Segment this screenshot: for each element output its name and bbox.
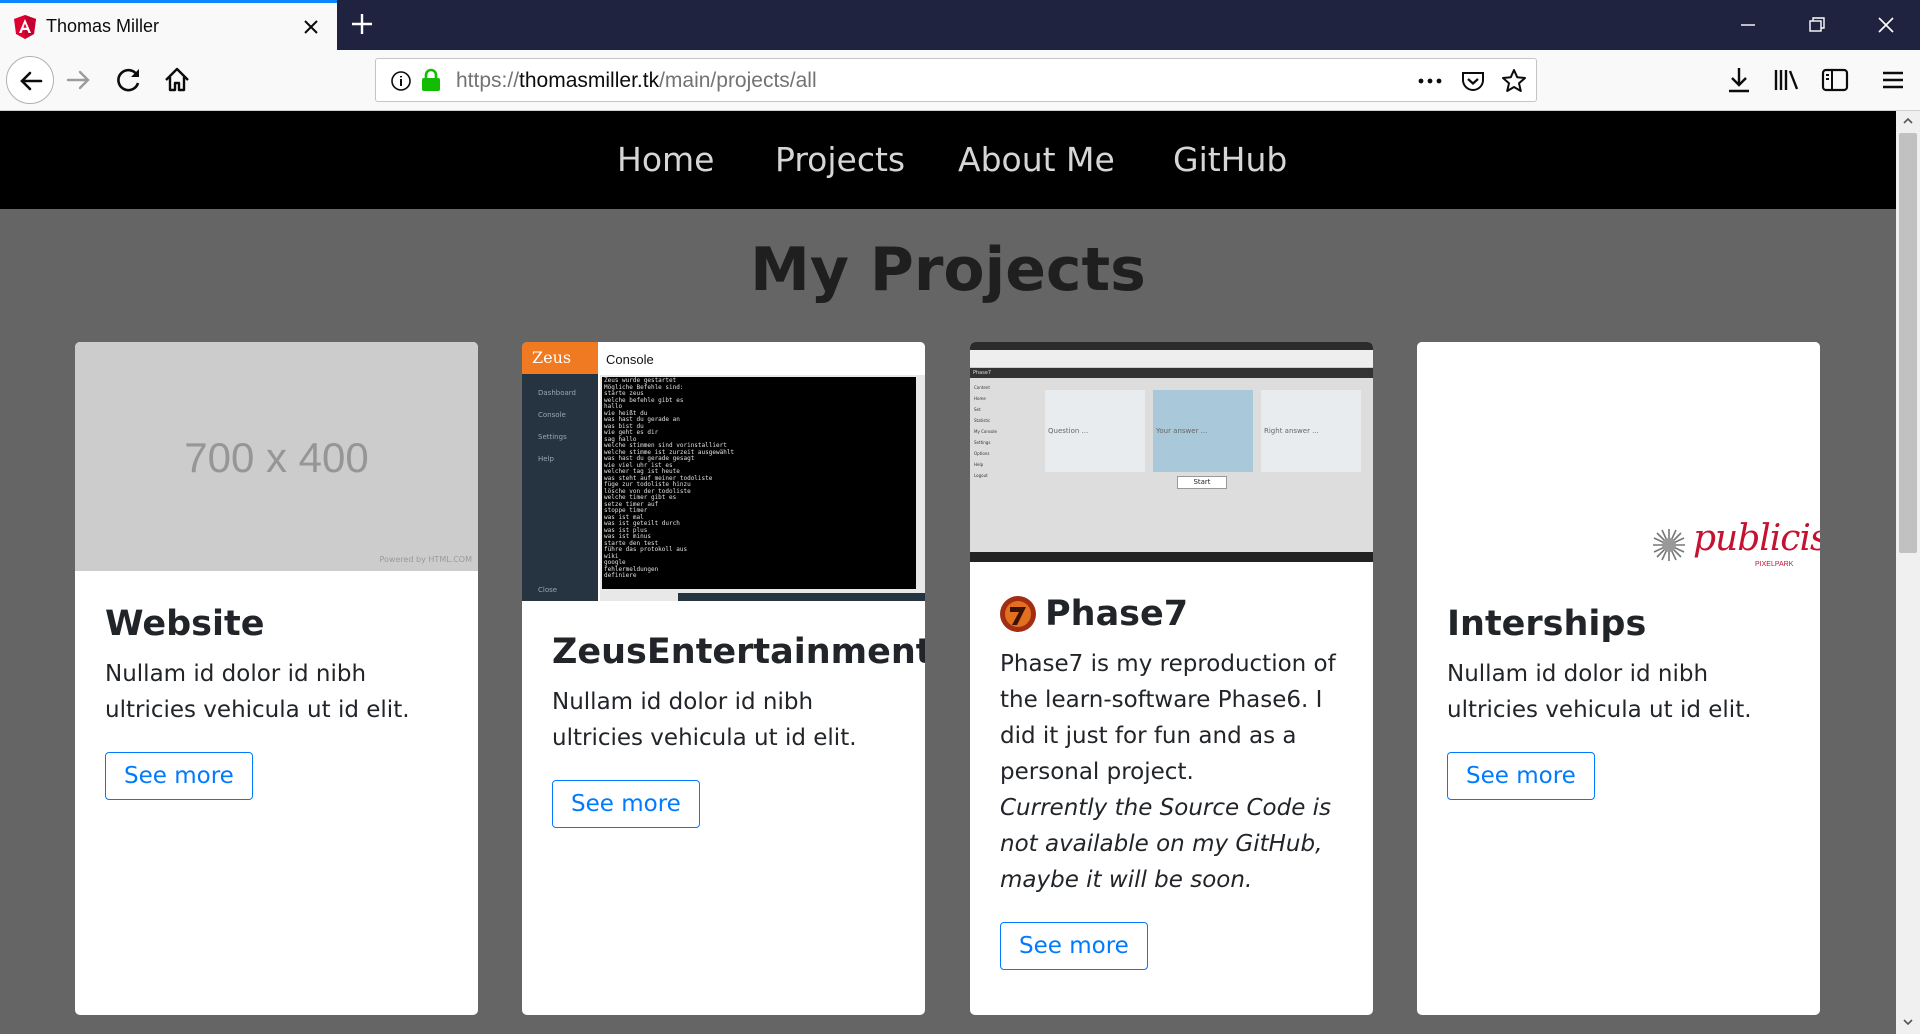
card-title: Website xyxy=(105,604,265,644)
card-text: Nullam id dolor id nibh ultricies vehicu… xyxy=(1447,661,1752,723)
phase7-menu-item: Logout xyxy=(974,473,988,478)
zeus-menu-item: Dashboard xyxy=(538,389,576,397)
lock-icon xyxy=(422,68,440,91)
zeus-console: Zeus wurde gestartet Mögliche Befehle sin… xyxy=(602,377,916,589)
publicis-logo-sub: PIXELPARK xyxy=(1755,561,1794,568)
close-tab-icon[interactable] xyxy=(298,14,324,40)
phase7-footer xyxy=(970,552,1373,562)
phase7-start: Start xyxy=(1177,476,1227,489)
card-text: Nullam id dolor id nibh ultricies vehicu… xyxy=(552,689,857,751)
console-line: definiere xyxy=(604,572,637,579)
phase7-menu-item: My Console xyxy=(974,429,997,434)
downloads-icon[interactable] xyxy=(1722,63,1756,97)
phase7-box: Question ... xyxy=(1045,390,1145,472)
menu-icon[interactable] xyxy=(1876,63,1910,97)
pocket-icon[interactable] xyxy=(1460,68,1486,94)
info-icon[interactable] xyxy=(390,70,412,92)
library-icon[interactable] xyxy=(1770,63,1804,97)
placeholder-label: 700 x 400 xyxy=(184,434,369,481)
card-body: Website Nullam id dolor id nibh ultricie… xyxy=(105,602,450,800)
minimize-icon[interactable] xyxy=(1728,10,1768,40)
zeus-sidebar: Zeus Dashboard Console Settings Help Close xyxy=(522,342,598,601)
new-tab-icon[interactable] xyxy=(348,10,376,38)
address-bar[interactable]: https://thomasmiller.tk/main/projects/al… xyxy=(375,58,1537,102)
back-button[interactable] xyxy=(6,56,54,104)
restore-icon[interactable] xyxy=(1796,10,1836,40)
project-card-zeus: Zeus Dashboard Console Settings Help Close … xyxy=(522,342,925,1015)
project-card-phase7: Phase7 Content Home Set Statistic My Console… xyxy=(970,342,1373,1015)
card-body: ZeusEntertainment Nullam id dolor id nib… xyxy=(552,630,925,828)
tab-title: Thomas Miller xyxy=(46,16,160,36)
zeus-screenshot: Zeus Dashboard Console Settings Help Close … xyxy=(522,342,925,601)
angular-favicon-icon xyxy=(14,15,36,39)
url-text: https://thomasmiller.tk/main/projects/al… xyxy=(456,69,817,92)
phase7-box: Your answer ... xyxy=(1153,390,1253,472)
phase7-menu-item: Set xyxy=(974,407,981,412)
zeus-input xyxy=(678,593,925,601)
placeholder-credit: Powered by HTML.COM xyxy=(379,555,473,564)
publicis-image: publicis PIXELPARK xyxy=(1417,342,1820,571)
zeus-menu-item: Help xyxy=(538,455,554,463)
nav-github-link[interactable]: GitHub xyxy=(1173,140,1287,179)
nav-home-link[interactable]: Home xyxy=(617,140,714,179)
nav-about-link[interactable]: About Me xyxy=(958,140,1115,179)
sidebar-icon[interactable] xyxy=(1818,63,1852,97)
zeus-close: Close xyxy=(538,586,558,594)
nav-projects-link[interactable]: Projects xyxy=(775,140,905,179)
see-more-button[interactable]: See more xyxy=(1447,752,1595,800)
scroll-up-icon[interactable] xyxy=(1902,115,1914,127)
phase7-menu-item: Options xyxy=(974,451,990,456)
zeus-menu-item: Settings xyxy=(538,433,567,441)
browser-tab[interactable]: Thomas Miller xyxy=(0,0,337,50)
phase7-menu-item: Help xyxy=(974,462,984,467)
phase7-menu-item: Settings xyxy=(974,440,991,445)
phase7-box: Right answer ... xyxy=(1261,390,1361,472)
card-title: Interships xyxy=(1447,604,1647,644)
zeus-menu: Dashboard Console Settings Help xyxy=(538,382,576,470)
scroll-thumb[interactable] xyxy=(1899,133,1917,553)
more-actions-icon[interactable] xyxy=(1416,71,1444,91)
close-window-icon[interactable] xyxy=(1866,10,1906,40)
reload-icon[interactable] xyxy=(112,63,146,97)
see-more-button[interactable]: See more xyxy=(552,780,700,828)
zeus-menu-item: Console xyxy=(538,411,566,419)
phase7-screenshot: Phase7 Content Home Set Statistic My Console… xyxy=(970,342,1373,562)
project-card-website: 700 x 400 Powered by HTML.COM Website Nu… xyxy=(75,342,478,1015)
see-more-button[interactable]: See more xyxy=(1000,922,1148,970)
phase7-appbar: Phase7 xyxy=(970,368,1373,378)
phase7-menu-item: Home xyxy=(974,396,986,401)
phase7-menu-item: Statistic xyxy=(974,418,991,423)
project-card-interships: publicis PIXELPARK Interships Nullam id … xyxy=(1417,342,1820,1015)
arrow-left-icon xyxy=(20,71,43,91)
card-note: Currently the Source Code is not availab… xyxy=(1000,795,1332,893)
card-body: Interships Nullam id dolor id nibh ultri… xyxy=(1447,602,1792,800)
scroll-down-icon[interactable] xyxy=(1902,1016,1914,1028)
browser-tab-bar: Thomas Miller xyxy=(0,0,1920,50)
publicis-logo-text: publicis xyxy=(1693,518,1820,559)
home-icon[interactable] xyxy=(160,63,194,97)
browser-toolbar: https://thomasmiller.tk/main/projects/al… xyxy=(0,50,1920,111)
publicis-lion-icon xyxy=(1653,529,1685,561)
phase7-logo-icon xyxy=(1000,596,1036,632)
card-text: Nullam id dolor id nibh ultricies vehicu… xyxy=(105,661,410,723)
placeholder-image: 700 x 400 Powered by HTML.COM xyxy=(75,342,478,571)
phase7-address xyxy=(970,350,1373,368)
phase7-menu: Content Home Set Statistic My Console Setting… xyxy=(974,382,997,481)
zeus-console-frame: Zeus wurde gestartet Mögliche Befehle sin… xyxy=(600,375,925,601)
see-more-button[interactable]: See more xyxy=(105,752,253,800)
phase7-menu-item: Content xyxy=(974,385,990,390)
zeus-header: Console xyxy=(606,352,654,367)
page-title: My Projects xyxy=(750,235,1146,305)
site-navbar: Home Projects About Me GitHub xyxy=(0,111,1896,209)
bookmark-star-icon[interactable] xyxy=(1500,67,1528,95)
zeus-brand: Zeus xyxy=(522,342,598,374)
card-title: Phase7 xyxy=(1000,592,1345,636)
page-scrollbar[interactable] xyxy=(1896,111,1920,1034)
forward-icon[interactable] xyxy=(62,63,96,97)
phase7-browser-bar xyxy=(970,342,1373,350)
card-title: ZeusEntertainment xyxy=(552,632,925,672)
card-body: Phase7 Phase7 is my reproduction of the … xyxy=(1000,592,1345,970)
card-text: Phase7 is my reproduction of the learn-s… xyxy=(1000,646,1345,898)
